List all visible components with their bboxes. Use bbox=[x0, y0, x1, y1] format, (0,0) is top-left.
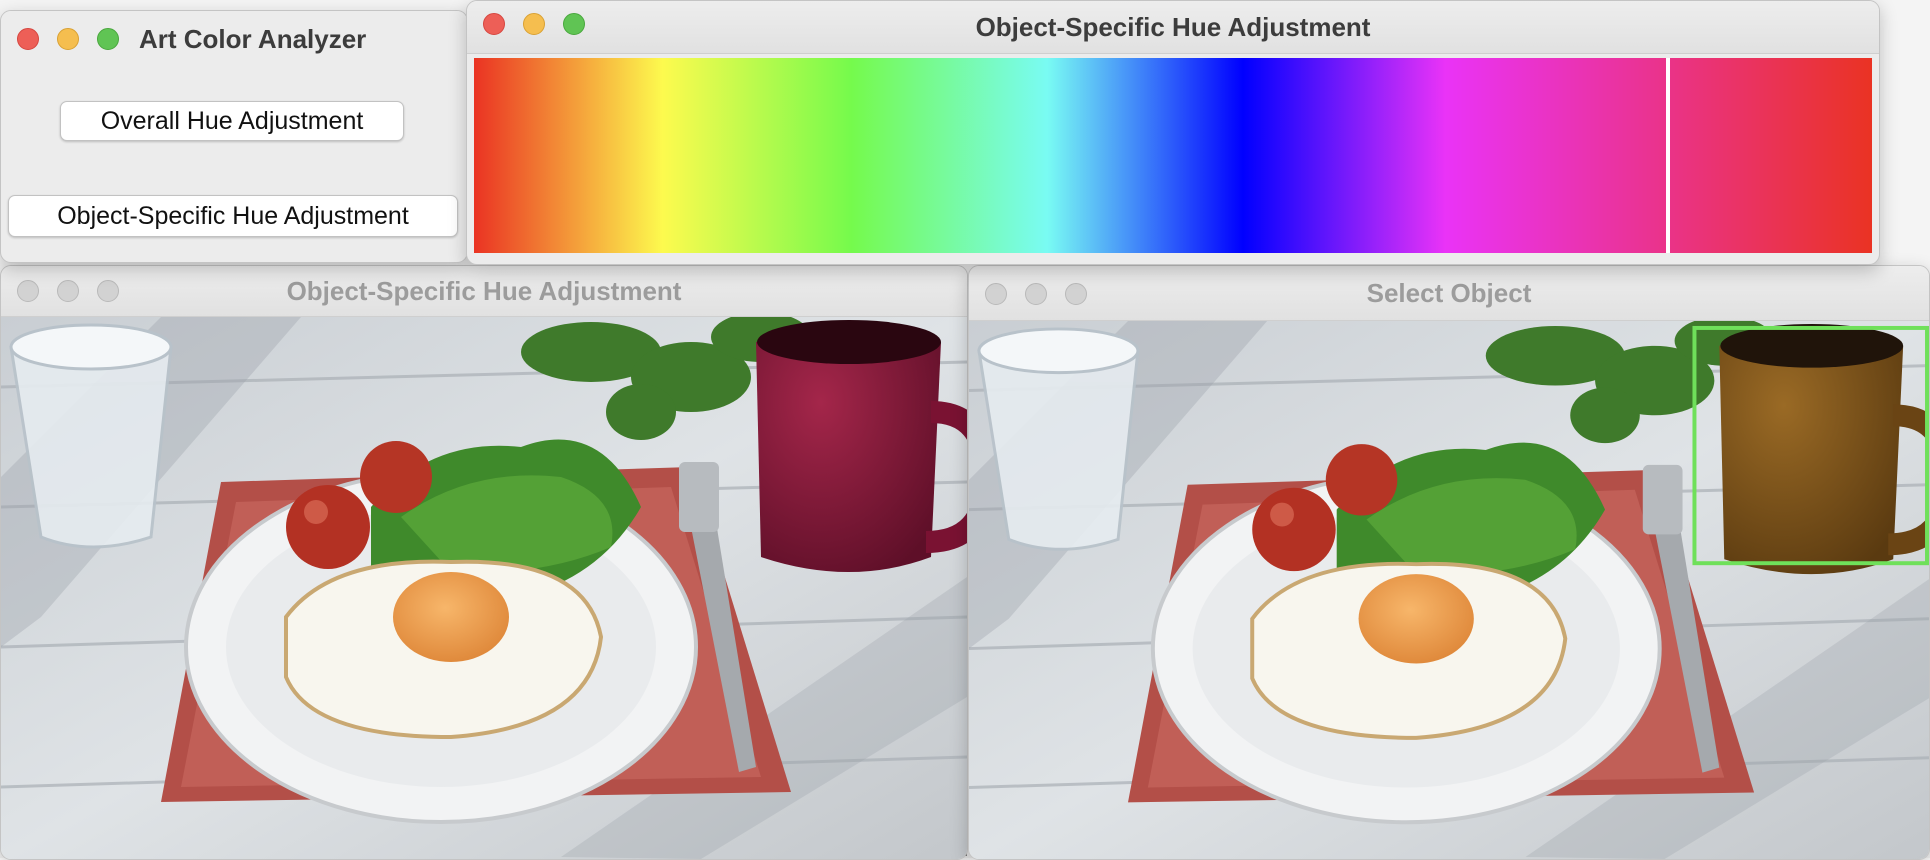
preview-photo bbox=[1, 317, 967, 859]
zoom-button[interactable] bbox=[97, 28, 119, 50]
window-controls bbox=[985, 283, 1087, 305]
select-window-title: Select Object bbox=[1366, 277, 1532, 308]
select-photo[interactable] bbox=[969, 321, 1929, 859]
minimize-button[interactable] bbox=[57, 28, 79, 50]
minimize-button[interactable] bbox=[57, 280, 79, 302]
object-specific-hue-adjustment-button[interactable]: Object-Specific Hue Adjustment bbox=[8, 195, 458, 237]
select-object-window: Select Object bbox=[968, 265, 1930, 860]
overall-hue-adjustment-button[interactable]: Overall Hue Adjustment bbox=[60, 101, 404, 141]
preview-image-area bbox=[1, 317, 967, 859]
window-controls bbox=[17, 28, 119, 50]
hue-slider[interactable] bbox=[474, 58, 1872, 253]
zoom-button[interactable] bbox=[97, 280, 119, 302]
select-titlebar[interactable]: Select Object bbox=[969, 266, 1929, 321]
hue-titlebar[interactable]: Object-Specific Hue Adjustment bbox=[467, 1, 1879, 54]
select-image-area[interactable] bbox=[969, 321, 1929, 859]
preview-window: Object-Specific Hue Adjustment bbox=[0, 265, 968, 860]
close-button[interactable] bbox=[985, 283, 1007, 305]
zoom-button[interactable] bbox=[1065, 283, 1087, 305]
hue-window: Object-Specific Hue Adjustment bbox=[466, 0, 1880, 265]
preview-titlebar[interactable]: Object-Specific Hue Adjustment bbox=[1, 266, 967, 317]
hue-slider-handle[interactable] bbox=[1665, 58, 1670, 253]
close-button[interactable] bbox=[483, 13, 505, 35]
zoom-button[interactable] bbox=[563, 13, 585, 35]
main-window-title: Art Color Analyzer bbox=[139, 24, 367, 54]
minimize-button[interactable] bbox=[523, 13, 545, 35]
main-window: Art Color Analyzer Overall Hue Adjustmen… bbox=[0, 10, 468, 263]
window-controls bbox=[17, 280, 119, 302]
main-titlebar[interactable]: Art Color Analyzer bbox=[1, 11, 467, 67]
preview-window-title: Object-Specific Hue Adjustment bbox=[286, 275, 682, 306]
close-button[interactable] bbox=[17, 280, 39, 302]
minimize-button[interactable] bbox=[1025, 283, 1047, 305]
close-button[interactable] bbox=[17, 28, 39, 50]
hue-window-title: Object-Specific Hue Adjustment bbox=[975, 11, 1371, 42]
window-controls bbox=[483, 13, 585, 35]
